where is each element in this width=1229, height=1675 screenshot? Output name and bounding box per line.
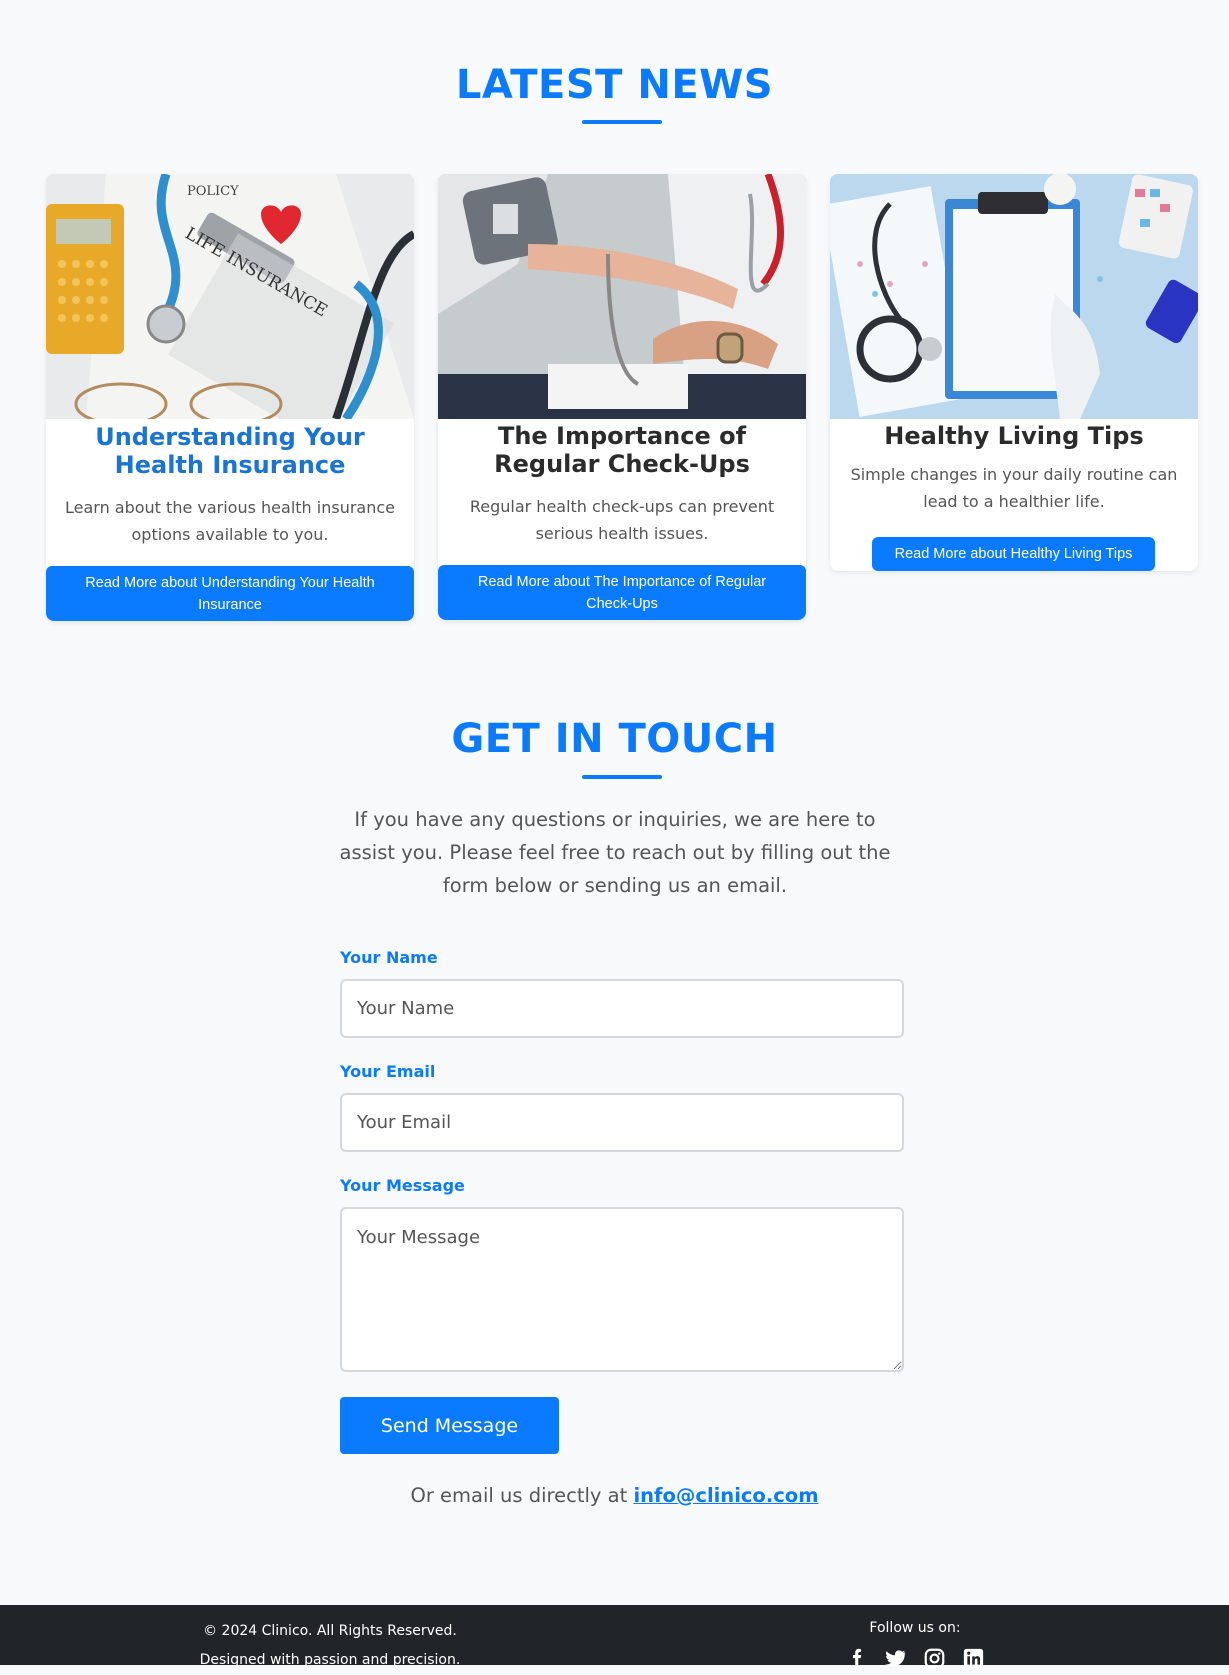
healthy-living-image xyxy=(830,174,1198,419)
name-input[interactable] xyxy=(340,979,904,1038)
news-card-title[interactable]: Healthy Living Tips xyxy=(830,422,1198,450)
news-card-check-ups: The Importance of Regular Check-Ups Regu… xyxy=(438,174,806,620)
twitter-icon[interactable] xyxy=(885,1648,906,1669)
news-card-title[interactable]: The Importance of Regular Check-Ups xyxy=(438,422,806,478)
news-card-description: Regular health check-ups can prevent ser… xyxy=(469,497,775,543)
contact-form: Your Name Your Email Your Message Send M… xyxy=(340,948,904,1454)
image-text-policy: POLICY xyxy=(187,184,239,199)
follow-us-label: Follow us on: xyxy=(869,1620,961,1636)
contact-title-underline xyxy=(582,775,662,779)
message-label: Your Message xyxy=(340,1176,465,1195)
news-card-description: Learn about the various health insurance… xyxy=(64,498,395,544)
check-ups-image xyxy=(438,174,806,419)
email-input[interactable] xyxy=(340,1093,904,1152)
email-link[interactable]: info@clinico.com xyxy=(633,1484,818,1507)
email-prefix: Or email us directly at xyxy=(410,1484,628,1507)
news-title-underline xyxy=(582,120,662,124)
footer-copyright-block: © 2024 Clinico. All Rights Reserved. Des… xyxy=(180,1617,480,1675)
footer: © 2024 Clinico. All Rights Reserved. Des… xyxy=(0,1605,1229,1669)
footer-copyright: © 2024 Clinico. All Rights Reserved. xyxy=(203,1623,457,1639)
footer-tagline: Designed with passion and precision. xyxy=(199,1652,461,1668)
health-insurance-image: POLICY LIFE INSURANCE xyxy=(46,174,414,419)
send-message-button[interactable]: Send Message xyxy=(340,1397,559,1454)
contact-intro: If you have any questions or inquiries, … xyxy=(339,808,891,897)
news-card-healthy-living: Healthy Living Tips Simple changes in yo… xyxy=(830,174,1198,571)
news-card-description: Simple changes in your daily routine can… xyxy=(850,465,1178,511)
news-card-health-insurance: POLICY LIFE INSURANCE Understanding Your… xyxy=(46,174,414,621)
read-more-button[interactable]: Read More about Understanding Your Healt… xyxy=(46,566,414,621)
contact-section-title: GET IN TOUCH xyxy=(451,716,778,762)
instagram-icon[interactable] xyxy=(924,1648,945,1669)
social-links xyxy=(815,1648,1015,1669)
read-more-button[interactable]: Read More about The Importance of Regula… xyxy=(438,565,806,620)
name-label: Your Name xyxy=(340,948,438,967)
read-more-button[interactable]: Read More about Healthy Living Tips xyxy=(872,537,1155,571)
email-label: Your Email xyxy=(340,1062,436,1081)
facebook-icon[interactable] xyxy=(846,1648,867,1669)
email-directly-line: Or email us directly at info@clinico.com xyxy=(0,1484,1229,1507)
news-card-title[interactable]: Understanding Your Health Insurance xyxy=(46,423,414,479)
linkedin-icon[interactable] xyxy=(963,1648,984,1669)
message-textarea[interactable] xyxy=(340,1207,904,1372)
news-section-title: LATEST NEWS xyxy=(455,62,774,108)
footer-social-block: Follow us on: xyxy=(815,1617,1015,1669)
